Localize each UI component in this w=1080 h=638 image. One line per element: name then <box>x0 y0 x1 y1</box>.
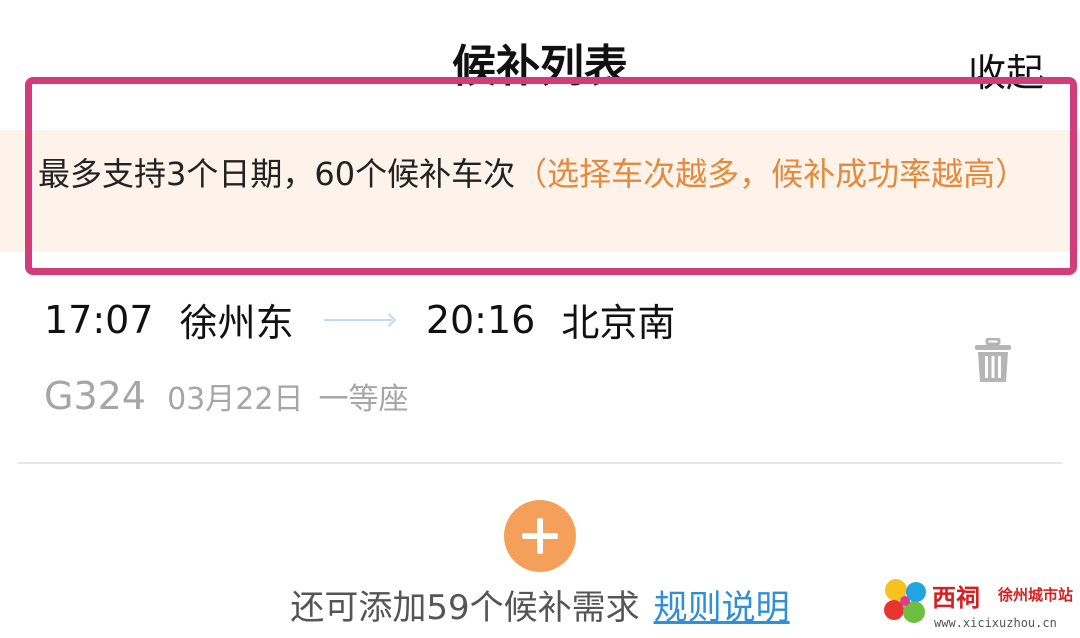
page-title: 候补列表 <box>452 41 628 92</box>
train-number: G324 <box>44 374 146 418</box>
rules-link[interactable]: 规则说明 <box>654 588 790 628</box>
remaining-count-text: 还可添加59个候补需求 <box>290 588 640 628</box>
header: 候补列表 收起 <box>0 0 1080 95</box>
depart-station: 徐州东 <box>179 301 294 345</box>
arrive-station: 北京南 <box>561 301 676 345</box>
collapse-button[interactable]: 收起 <box>968 42 1044 97</box>
travel-date: 03月22日 <box>167 382 304 417</box>
train-meta: G324 03月22日 一等座 <box>44 374 409 418</box>
arrow-right-icon <box>323 318 392 321</box>
notice-text: 最多支持3个日期，60个候补车次（选择车次越多，候补成功率越高） <box>38 152 1038 196</box>
seat-class: 一等座 <box>318 382 409 417</box>
watermark-name: 西祠 <box>932 584 980 612</box>
plus-icon[interactable] <box>504 500 576 572</box>
pinwheel-icon <box>884 579 926 623</box>
arrive-time: 20:16 <box>425 297 536 342</box>
watermark-logo: 西祠 徐州城市站 www.xicixuzhou.cn <box>880 572 1080 638</box>
notice-main-text: 最多支持3个日期，60个候补车次 <box>38 155 516 193</box>
divider <box>18 462 1062 464</box>
depart-time: 17:07 <box>44 297 154 342</box>
watermark-sub: 徐州城市站 <box>998 586 1074 604</box>
watermark-url: www.xicixuzhou.cn <box>934 616 1057 630</box>
route-row: 17:07 徐州东 20:16 北京南 <box>44 292 675 347</box>
list-item: 17:07 徐州东 20:16 北京南 G324 03月22日 一等座 <box>0 278 1080 464</box>
notice-hint-text: （选择车次越多，候补成功率越高） <box>515 155 1028 193</box>
trash-icon[interactable] <box>974 337 1012 384</box>
